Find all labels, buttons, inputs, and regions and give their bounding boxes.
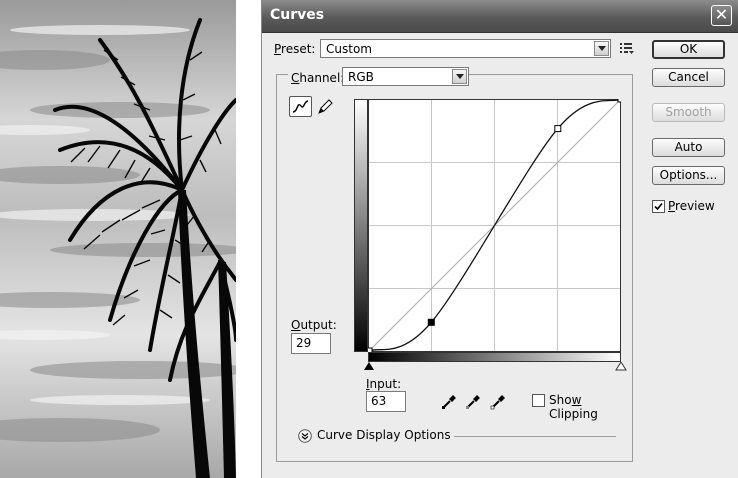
curve-control-point[interactable] [554, 125, 562, 133]
input-field[interactable]: 63 [366, 391, 406, 412]
output-field[interactable]: 29 [291, 333, 331, 354]
gray-eyedropper-icon[interactable] [465, 392, 483, 410]
curve-control-point[interactable] [617, 99, 621, 103]
curve-graph[interactable] [368, 99, 621, 352]
channel-label: Channel: [288, 71, 348, 85]
input-label: Input: [366, 377, 402, 391]
ok-button[interactable]: OK [652, 40, 725, 59]
curves-dialog: Curves ✕ Preset: Custom Channel: RGB Out… [261, 0, 738, 478]
channel-value: RGB [348, 70, 374, 84]
auto-button[interactable]: Auto [652, 138, 725, 157]
dialog-title: Curves [270, 7, 325, 23]
show-clipping-label: Show Clipping [549, 393, 598, 421]
preview-label: Preview [668, 199, 715, 213]
checkmark-icon [654, 202, 663, 211]
chevron-down-icon [594, 41, 609, 56]
title-bar: Curves ✕ [262, 0, 738, 33]
preview-photo [0, 0, 236, 478]
pencil-tool-icon[interactable] [316, 97, 334, 116]
curve-display-options-label[interactable]: Curve Display Options [317, 428, 451, 442]
section-divider [454, 436, 616, 437]
options-button[interactable]: Options... [652, 166, 725, 185]
preset-value: Custom [326, 42, 372, 56]
close-icon[interactable]: ✕ [711, 5, 732, 26]
preset-menu-icon[interactable] [620, 41, 634, 58]
cancel-button[interactable]: Cancel [652, 68, 725, 87]
smooth-button[interactable]: Smooth [652, 103, 725, 122]
curve-tool-icon[interactable] [289, 96, 312, 117]
preview-checkbox[interactable] [652, 200, 665, 213]
show-clipping-checkbox[interactable] [532, 394, 545, 407]
preset-dropdown[interactable]: Custom [320, 39, 611, 58]
chevron-down-icon [452, 69, 467, 84]
white-eyedropper-icon[interactable] [490, 392, 508, 410]
white-point-slider[interactable] [615, 362, 627, 372]
channel-group: Channel: RGB Output: 29 Input: 63 Show C… [276, 67, 633, 462]
preset-label: Preset: [274, 42, 316, 56]
expand-chevron-icon[interactable] [298, 429, 312, 443]
curve-control-point[interactable] [427, 318, 435, 326]
black-eyedropper-icon[interactable] [441, 392, 459, 410]
black-point-slider[interactable] [363, 362, 375, 372]
output-label: Output: [291, 318, 337, 332]
output-gradient-bar [354, 99, 368, 352]
input-gradient-bar [368, 352, 621, 362]
channel-dropdown[interactable]: RGB [342, 67, 469, 86]
